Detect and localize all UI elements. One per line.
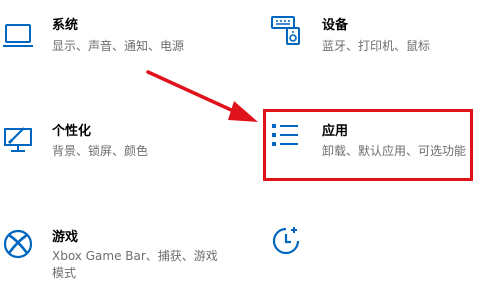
xbox-icon — [2, 228, 34, 260]
settings-tile-devices[interactable]: 设备 蓝牙、打印机、鼠标 — [262, 0, 494, 70]
time-language-icon — [270, 225, 302, 257]
tile-description: Xbox Game Bar、捕获、游戏 — [52, 249, 218, 263]
settings-tile-system[interactable]: 系统 显示、声音、通知、电源 — [0, 0, 240, 70]
tile-title: 设备 — [322, 18, 349, 33]
settings-tile-time-language[interactable] — [262, 205, 472, 288]
tile-title: 个性化 — [52, 124, 92, 139]
tile-description: 背景、锁屏、颜色 — [52, 144, 149, 158]
tile-title: 系统 — [52, 18, 79, 33]
tile-description: 蓝牙、打印机、鼠标 — [322, 39, 431, 53]
personalization-icon — [2, 124, 34, 156]
settings-tile-gaming[interactable]: 游戏 Xbox Game Bar、捕获、游戏 模式 — [0, 220, 240, 288]
tile-description-line2: 模式 — [52, 266, 77, 280]
tile-description: 显示、声音、通知、电源 — [52, 39, 185, 53]
highlight-box — [263, 109, 473, 181]
devices-icon — [270, 14, 302, 46]
laptop-icon — [2, 20, 34, 52]
settings-tile-personalization[interactable]: 个性化 背景、锁屏、颜色 — [0, 110, 240, 180]
tile-title: 游戏 — [52, 230, 79, 245]
